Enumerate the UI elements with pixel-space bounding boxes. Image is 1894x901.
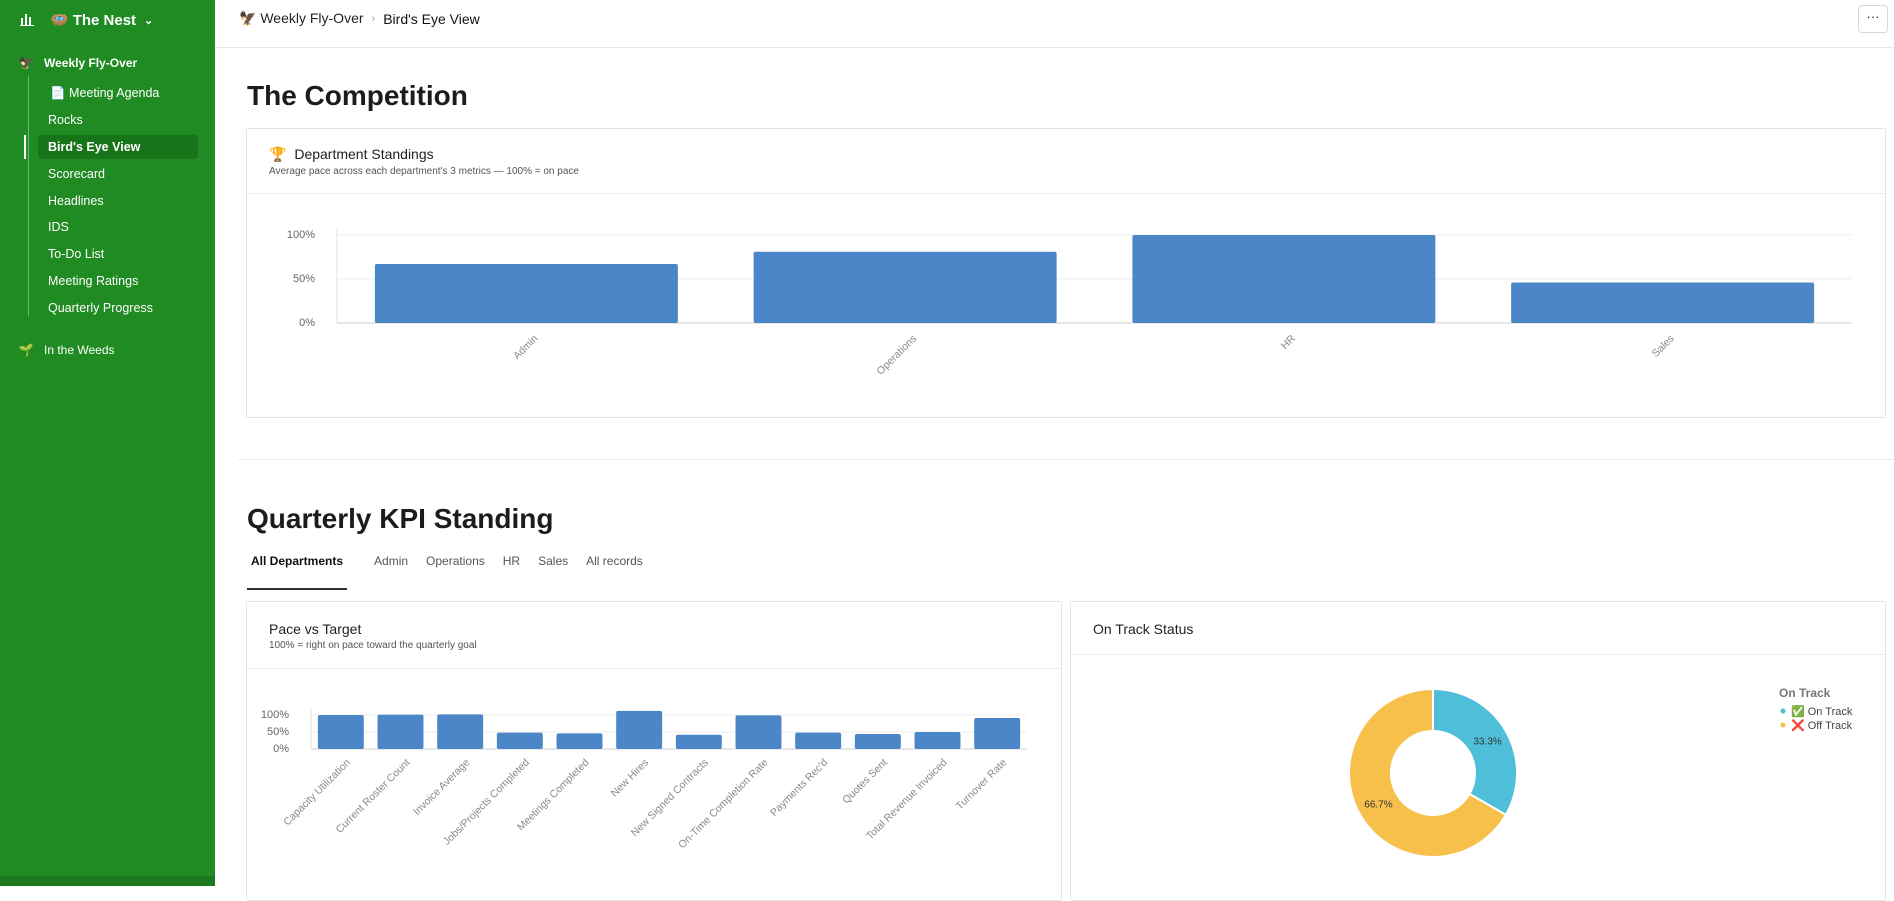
bar (1132, 235, 1436, 323)
card-header: 🏆 Department Standings Average pace acro… (247, 129, 1885, 194)
sidebar-header: 🪺 The Nest ⌄ (0, 0, 215, 40)
card-title: 🏆 Department Standings (269, 146, 434, 163)
x-tick-label: Turnover Rate (954, 757, 1010, 813)
tree-line (28, 76, 29, 316)
tab-operations[interactable]: Operations (421, 552, 498, 588)
sidebar-item-headlines[interactable]: Headlines (38, 189, 198, 213)
trophy-icon: 🏆 (269, 146, 287, 162)
bar (496, 732, 543, 749)
bar (854, 734, 901, 749)
workspace-name: The Nest (72, 11, 137, 29)
sidebar-item-scorecard[interactable]: Scorecard (38, 162, 198, 186)
bar-chart-icon[interactable] (20, 12, 34, 26)
legend-label: ✅ On Track (1791, 705, 1853, 718)
section-title-competition: The Competition (247, 80, 468, 111)
sidebar-item-rocks[interactable]: Rocks (38, 108, 198, 132)
top-bar: 🦅 Weekly Fly-Over › Bird's Eye View ··· (215, 0, 1894, 48)
tab-sales[interactable]: Sales (533, 552, 581, 588)
department-tabs: All Departments Admin Operations HR Sale… (247, 552, 656, 590)
bar (675, 734, 722, 749)
sidebar-item-meeting-agenda[interactable]: 📄 Meeting Agenda (38, 81, 198, 105)
x-tick-label: Admin (511, 333, 541, 363)
seedling-icon: 🌱 (18, 343, 34, 357)
y-tick-label: 0% (273, 743, 289, 755)
on-track-status-chart: 33.3% 66.7% On Track ✅ On Track❌ Off Track (1348, 686, 1853, 858)
sidebar-section-label: In the Weeds (44, 343, 115, 357)
nest-icon: 🪺 (50, 12, 69, 29)
card-title-text: Department Standings (294, 146, 434, 162)
sidebar-item-to-do-list[interactable]: To-Do List (38, 242, 198, 266)
x-tick-label: Quotes Sent (840, 757, 890, 807)
section-divider (238, 459, 1894, 460)
bar (616, 710, 663, 749)
sidebar-footer (0, 876, 215, 886)
legend-label: ❌ Off Track (1791, 719, 1853, 732)
breadcrumb-current: Bird's Eye View (383, 10, 480, 27)
card-title: On Track Status (1093, 621, 1194, 637)
eagle-icon: 🦅 (18, 56, 34, 70)
sidebar-section-in-the-weeds[interactable]: 🌱 In the Weeds (18, 343, 115, 357)
chevron-down-icon: ⌄ (144, 14, 154, 27)
breadcrumb: 🦅 Weekly Fly-Over › Bird's Eye View (239, 10, 480, 27)
y-tick-label: 50% (267, 726, 289, 738)
legend-marker (1780, 708, 1786, 714)
pie-data-label: 66.7% (1364, 800, 1392, 811)
sidebar: 🪺 The Nest ⌄ 🦅 Weekly Fly-Over 📄 Meeting… (0, 0, 215, 886)
y-tick-label: 100% (261, 709, 289, 721)
bar (377, 714, 424, 749)
card-title: Pace vs Target (269, 621, 362, 637)
y-tick-label: 50% (293, 273, 315, 285)
pie-data-label: 33.3% (1473, 736, 1501, 747)
bar (556, 733, 603, 749)
pace-vs-target-chart: 0%50%100%Capacity UtilizationCurrent Ros… (261, 709, 1027, 851)
card-subtitle: 100% = right on pace toward the quarterl… (269, 640, 477, 651)
sidebar-item-birds-eye-view[interactable]: Bird's Eye View (24, 135, 198, 159)
section-title-kpi: Quarterly KPI Standing (247, 503, 554, 534)
pie-slice (1432, 687, 1518, 817)
y-tick-label: 100% (287, 229, 315, 241)
bar (735, 715, 782, 749)
x-tick-label: Payments Rec'd (768, 757, 830, 819)
tab-all-departments[interactable]: All Departments (247, 552, 348, 590)
x-tick-label: HR (1279, 332, 1299, 352)
pace-vs-target-card: Pace vs Target 100% = right on pace towa… (246, 601, 1062, 901)
bar (317, 715, 364, 749)
legend-title: On Track (1779, 686, 1831, 700)
tab-hr[interactable]: HR (498, 552, 533, 588)
x-tick-label: Operations (874, 333, 919, 378)
department-standings-chart: 0% 50% 100% Admin Operations HR Sales (287, 229, 1852, 378)
breadcrumb-parent[interactable]: 🦅 Weekly Fly-Over (239, 10, 364, 27)
card-header: Pace vs Target 100% = right on pace towa… (247, 602, 1061, 669)
chevron-right-icon: › (371, 12, 376, 25)
x-tick-label: New Hires (609, 757, 652, 800)
workspace-switcher[interactable]: 🪺 The Nest ⌄ (50, 11, 154, 30)
card-header: On Track Status (1071, 602, 1885, 655)
sidebar-section-label: Weekly Fly-Over (44, 56, 138, 70)
card-subtitle: Average pace across each department's 3 … (269, 166, 579, 177)
legend-marker (1780, 722, 1786, 728)
bar (795, 732, 842, 749)
bar (374, 264, 678, 323)
tab-all-records[interactable]: All records (581, 552, 656, 588)
bar (753, 251, 1057, 323)
on-track-status-card: On Track Status 33.3% 66.7% On Track ✅ On T… (1070, 601, 1886, 901)
bar (1511, 282, 1815, 323)
bar (974, 718, 1021, 749)
x-tick-label: Invoice Average (411, 757, 472, 818)
tab-admin[interactable]: Admin (369, 552, 421, 588)
bar (914, 732, 961, 749)
sidebar-item-ids[interactable]: IDS (38, 215, 198, 239)
sidebar-item-meeting-ratings[interactable]: Meeting Ratings (38, 269, 198, 293)
department-standings-card: 🏆 Department Standings Average pace acro… (246, 128, 1886, 418)
x-tick-label: Sales (1650, 333, 1677, 360)
bar (437, 714, 484, 749)
more-options-button[interactable]: ··· (1858, 5, 1888, 33)
y-tick-label: 0% (299, 317, 315, 329)
sidebar-item-quarterly-progress[interactable]: Quarterly Progress (38, 296, 198, 320)
sidebar-section-weekly-fly-over[interactable]: 🦅 Weekly Fly-Over (18, 56, 138, 70)
